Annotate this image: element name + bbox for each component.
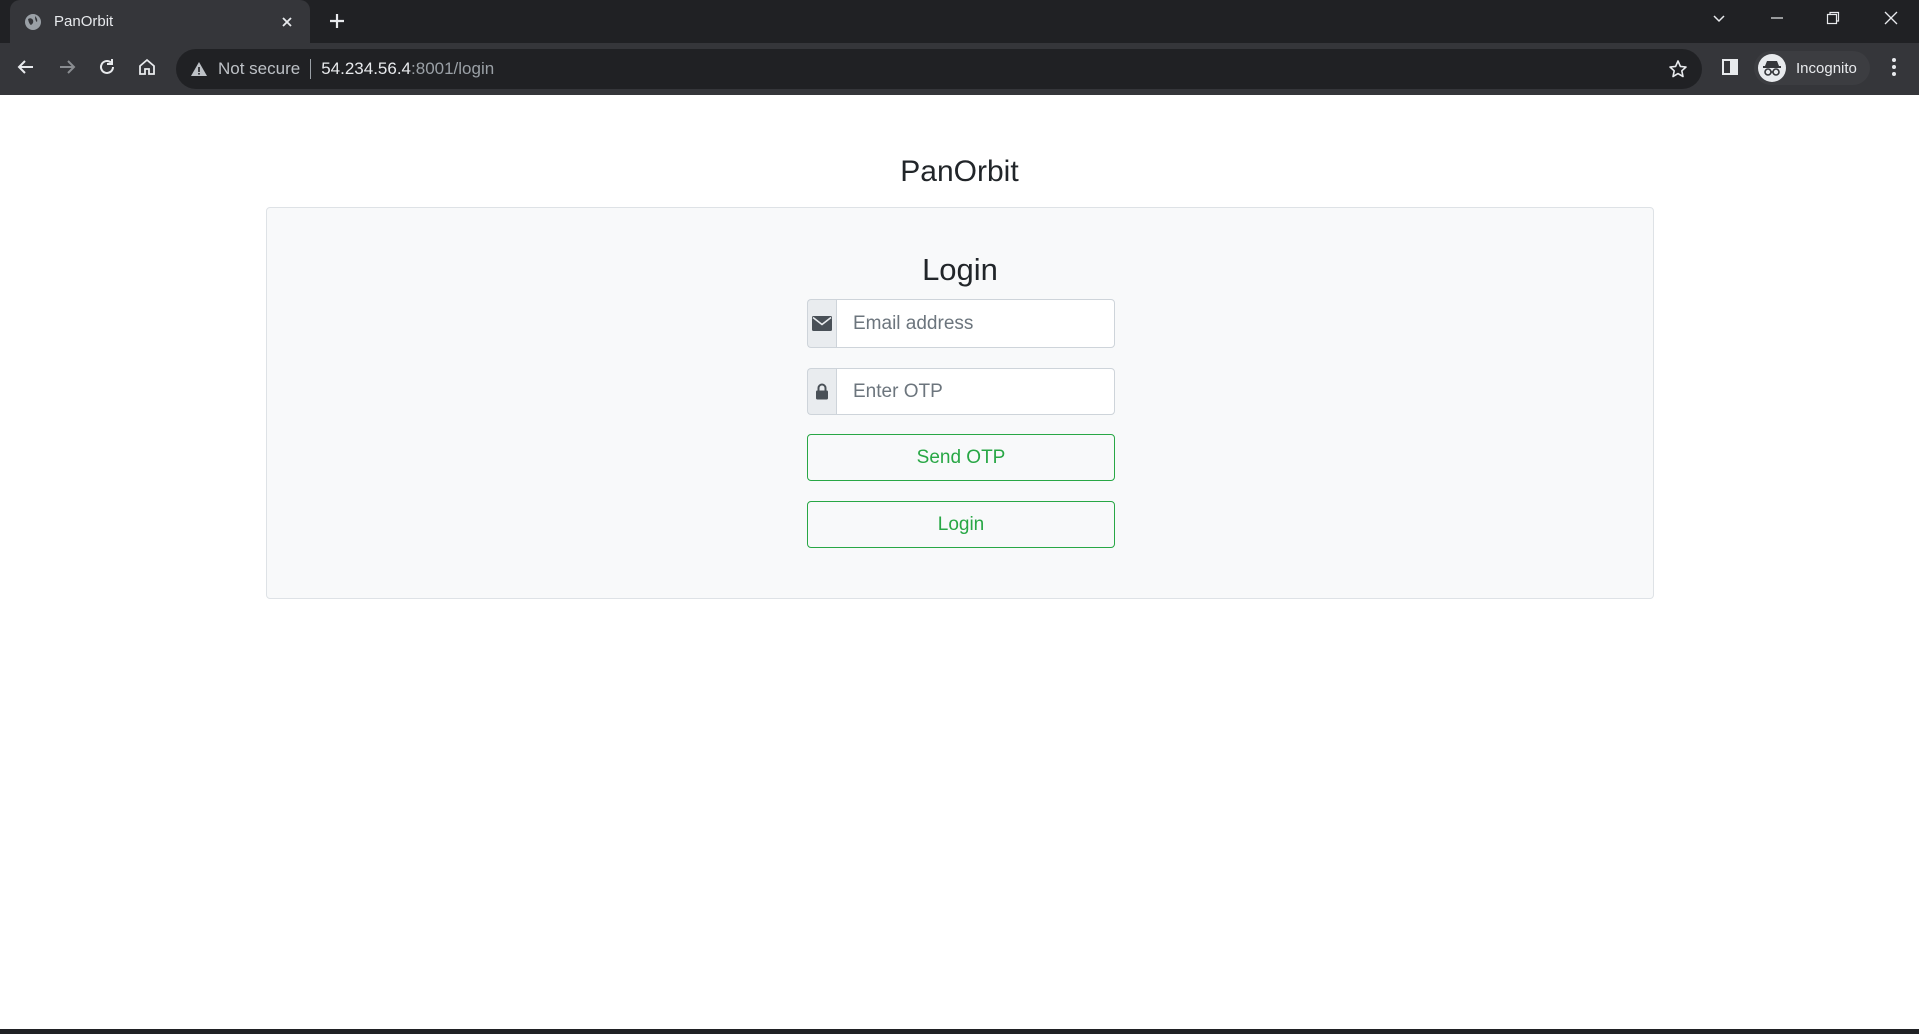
incognito-icon xyxy=(1758,54,1786,82)
browser-toolbar: Not secure 54.234.56.4 :8001/login Incog… xyxy=(0,43,1919,95)
arrow-left-icon xyxy=(16,57,36,82)
minimize-icon xyxy=(1769,10,1785,31)
login-card: Login Send OTP Login xyxy=(266,207,1654,599)
home-button[interactable] xyxy=(133,55,161,83)
email-input-group xyxy=(807,299,1115,348)
page-content: PanOrbit Login Send OTP Login xyxy=(0,95,1919,1029)
login-button[interactable]: Login xyxy=(807,501,1115,548)
browser-tab[interactable]: PanOrbit xyxy=(10,0,310,43)
globe-icon xyxy=(24,13,42,31)
side-panel-icon xyxy=(1721,58,1739,81)
plus-icon xyxy=(328,12,346,35)
side-panel-button[interactable] xyxy=(1716,55,1744,83)
lock-icon xyxy=(807,368,836,415)
profile-label: Incognito xyxy=(1796,59,1857,77)
send-otp-button[interactable]: Send OTP xyxy=(807,434,1115,481)
arrow-right-icon xyxy=(57,57,77,82)
close-icon[interactable] xyxy=(278,13,296,31)
tab-title: PanOrbit xyxy=(54,13,114,30)
reload-button[interactable] xyxy=(93,55,121,83)
bottom-edge xyxy=(0,1029,1919,1034)
close-icon xyxy=(1883,10,1899,31)
email-field[interactable] xyxy=(836,299,1115,348)
star-icon[interactable] xyxy=(1668,59,1688,79)
otp-input-group xyxy=(807,368,1115,415)
browser-tab-strip: PanOrbit xyxy=(0,0,1919,43)
omnibox-divider xyxy=(310,59,312,79)
address-bar[interactable]: Not secure 54.234.56.4 :8001/login xyxy=(176,49,1702,89)
otp-field[interactable] xyxy=(836,368,1115,415)
restore-icon xyxy=(1825,10,1841,31)
url-host: 54.234.56.4 xyxy=(321,59,412,78)
security-label[interactable]: Not secure xyxy=(218,59,300,79)
login-title: Login xyxy=(922,252,998,287)
chevron-down-icon xyxy=(1711,10,1727,31)
close-window-button[interactable] xyxy=(1876,8,1906,32)
warning-icon xyxy=(190,60,208,78)
incognito-profile-button[interactable]: Incognito xyxy=(1754,51,1870,85)
forward-button[interactable] xyxy=(53,55,81,83)
url-path: :8001/login xyxy=(411,59,495,78)
brand-title: PanOrbit xyxy=(900,155,1019,188)
tab-search-button[interactable] xyxy=(1704,8,1734,32)
minimize-button[interactable] xyxy=(1762,8,1792,32)
browser-menu-button[interactable] xyxy=(1880,55,1908,83)
back-button[interactable] xyxy=(12,55,40,83)
envelope-icon xyxy=(807,299,836,348)
home-icon xyxy=(137,57,157,82)
restore-button[interactable] xyxy=(1818,8,1848,32)
new-tab-button[interactable] xyxy=(324,10,350,36)
reload-icon xyxy=(97,57,117,82)
kebab-menu-icon xyxy=(1891,57,1897,82)
